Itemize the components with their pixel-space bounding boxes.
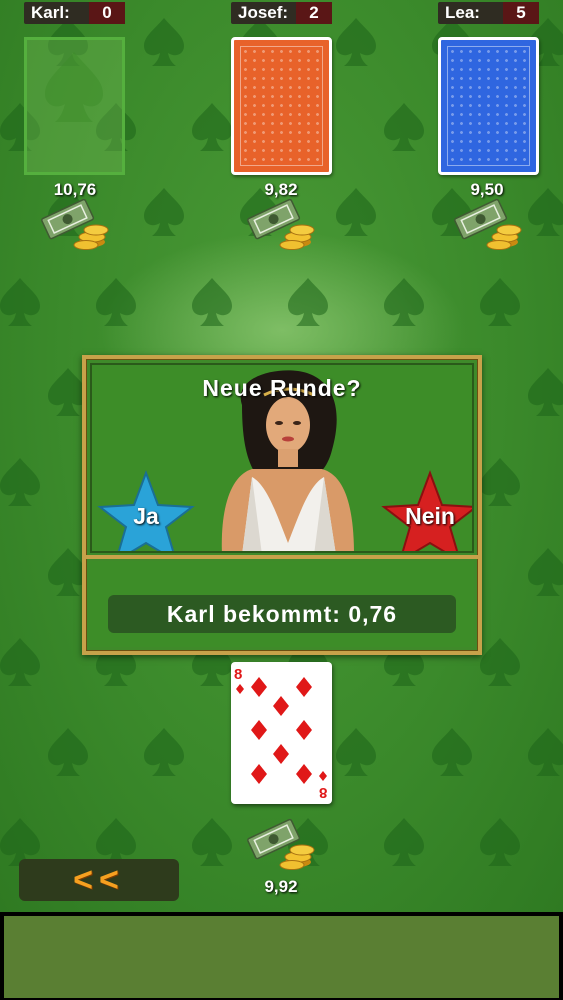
diamond-pip — [296, 720, 312, 740]
diamond-index-pip — [236, 684, 244, 694]
money-icon — [247, 198, 315, 250]
josef-card-back — [231, 37, 332, 175]
karl-money-amount: 10,76 — [53, 180, 97, 199]
scorebox-karl: Karl: 0 — [24, 2, 125, 24]
spade-icon — [336, 18, 376, 66]
spade-icon — [192, 278, 232, 326]
no-label: Nein — [405, 503, 455, 529]
spade-icon — [528, 728, 563, 776]
spade-icon — [288, 278, 328, 326]
diamond-pip — [273, 696, 289, 716]
diamond-pip — [296, 677, 312, 697]
spade-icon — [336, 188, 376, 236]
diamond-pip — [251, 720, 267, 740]
spade-icon — [384, 103, 424, 151]
scorebox-josef: Josef: 2 — [231, 2, 332, 24]
dialog-divider — [86, 555, 478, 559]
lea-money-amount: 9,50 — [470, 180, 504, 199]
spade-icon — [336, 728, 376, 776]
pot-money-icon — [247, 818, 315, 870]
player-name: Josef: — [238, 3, 289, 22]
spade-icon — [0, 278, 40, 326]
yes-label: Ja — [133, 503, 159, 529]
player-name: Karl: — [31, 3, 70, 22]
player-name: Lea: — [445, 3, 480, 22]
bottom-panel-inner — [4, 916, 559, 998]
diamond-pip — [273, 744, 289, 764]
scorebox-lea: Lea: 5 — [438, 2, 539, 24]
lea-card-back — [438, 37, 539, 175]
spade-icon — [0, 458, 40, 506]
money-icon — [454, 198, 522, 250]
spade-icon — [45, 52, 103, 122]
spade-icon — [528, 548, 563, 596]
spade-icon — [192, 818, 232, 866]
spade-icon — [480, 278, 520, 326]
spade-icon — [480, 818, 520, 866]
card-rank-top: 8 — [234, 666, 242, 683]
player-points: 0 — [89, 2, 125, 24]
spade-icon — [48, 728, 88, 776]
spade-icon — [480, 638, 520, 686]
spade-icon — [192, 103, 232, 151]
card-rank-bottom: 8 — [319, 784, 327, 801]
round-result-text: Karl bekommt: 0,76 — [108, 595, 456, 633]
spade-icon — [96, 278, 136, 326]
spade-icon — [0, 638, 40, 686]
spade-icon — [144, 728, 184, 776]
player-points: 2 — [296, 2, 332, 24]
spade-icon — [384, 818, 424, 866]
dialog-title: Neue Runde? — [202, 375, 362, 401]
spade-icon — [528, 188, 563, 236]
karl-card-slot-empty — [24, 37, 125, 175]
diamond-pip — [296, 764, 312, 784]
player-points: 5 — [503, 2, 539, 24]
back-button[interactable]: << — [19, 859, 179, 901]
dialog-top-panel: Neue Runde? Ja Nein — [90, 363, 474, 553]
spade-icon — [480, 458, 520, 506]
josef-money-amount: 9,82 — [264, 180, 298, 199]
back-arrows-icon: << — [73, 861, 125, 899]
money-icon — [41, 198, 109, 250]
diamond-index-pip — [319, 771, 327, 781]
spade-icon — [528, 368, 563, 416]
diamond-pip — [251, 764, 267, 784]
spade-icon — [144, 18, 184, 66]
spade-icon — [432, 728, 472, 776]
new-round-dialog: Neue Runde? Ja Nein Karl bekommt: 0,76 — [82, 355, 482, 655]
yes-star-button[interactable]: Ja — [96, 469, 196, 551]
card-pips — [236, 677, 327, 784]
spade-icon — [144, 188, 184, 236]
spade-icon — [384, 278, 424, 326]
card-face: 8 8 — [234, 666, 327, 801]
diamond-pip — [251, 677, 267, 697]
pot-amount: 9,92 — [264, 877, 298, 896]
no-star-button[interactable]: Nein — [380, 469, 472, 551]
played-card-eight-of-diamonds: 8 8 — [231, 662, 332, 804]
bottom-panel — [0, 912, 563, 1000]
